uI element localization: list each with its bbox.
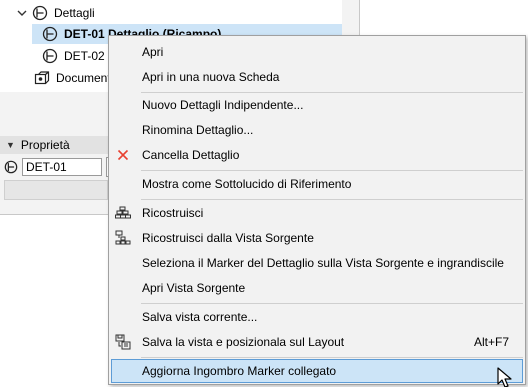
- context-menu: Apri Apri in una nuova Scheda Nuovo Dett…: [108, 35, 526, 387]
- menu-item-salva-vista-corrente[interactable]: Salva vista corrente...: [111, 305, 523, 329]
- menu-item-ricostruisci-vista-sorgente[interactable]: Ricostruisci dalla Vista Sorgente: [111, 226, 523, 250]
- tree-item-label: Dettagli: [54, 6, 95, 20]
- chevron-down-icon[interactable]: [16, 7, 28, 19]
- detail-viewpoint-icon: [4, 160, 18, 174]
- menu-item-shortcut: Alt+F7: [473, 335, 509, 349]
- tree-item-document[interactable]: Document: [34, 68, 114, 88]
- menu-separator: [141, 357, 523, 358]
- menu-item-apri-vista-sorgente[interactable]: Apri Vista Sorgente: [111, 276, 523, 300]
- detail-folder-icon: [32, 5, 48, 21]
- menu-item-aggiorna-ingombro-marker[interactable]: Aggiorna Ingombro Marker collegato: [111, 359, 523, 383]
- properties-section-header[interactable]: ▼ Proprietà: [0, 136, 108, 154]
- menu-item-apri-nuova-scheda[interactable]: Apri in una nuova Scheda: [111, 65, 523, 89]
- tree-item-dettagli[interactable]: Dettagli: [16, 3, 340, 23]
- menu-item-label: Aggiorna Ingombro Marker collegato: [142, 364, 337, 378]
- document-3d-icon: [34, 71, 50, 85]
- menu-separator: [141, 170, 523, 171]
- collapse-triangle-icon[interactable]: ▼: [6, 140, 15, 150]
- menu-item-cancella-dettaglio[interactable]: Cancella Dettaglio: [111, 143, 523, 167]
- menu-item-label: Ricostruisci: [142, 206, 204, 220]
- menu-item-label: Ricostruisci dalla Vista Sorgente: [142, 231, 314, 245]
- menu-item-mostra-sottolucido[interactable]: Mostra come Sottolucido di Riferimento: [111, 172, 523, 196]
- detail-viewpoint-icon: [42, 48, 58, 64]
- tree-item-label: Document: [56, 71, 111, 85]
- properties-id-row: DET-01: [0, 156, 108, 178]
- menu-item-label: Salva la vista e posizionala sul Layout: [142, 335, 345, 349]
- menu-item-label: Salva vista corrente...: [142, 310, 258, 324]
- delete-x-icon: [115, 147, 131, 163]
- properties-label: Proprietà: [20, 138, 70, 152]
- menu-item-rinomina-dettaglio[interactable]: Rinomina Dettaglio...: [111, 118, 523, 142]
- menu-separator: [141, 303, 523, 304]
- menu-item-label: Rinomina Dettaglio...: [142, 123, 254, 137]
- menu-item-label: Seleziona il Marker del Dettaglio sulla …: [142, 256, 504, 270]
- properties-settings-button[interactable]: [4, 180, 108, 200]
- properties-id-field[interactable]: DET-01: [22, 158, 102, 176]
- menu-item-label: Apri Vista Sorgente: [142, 281, 246, 295]
- menu-item-label: Cancella Dettaglio: [142, 148, 240, 162]
- menu-item-label: Nuovo Dettagli Indipendente...: [142, 98, 304, 112]
- rebuild-icon: [115, 205, 131, 221]
- menu-separator: [141, 199, 523, 200]
- save-place-layout-icon: [115, 334, 131, 350]
- detail-viewpoint-icon: [42, 26, 58, 42]
- menu-item-salva-posiziona-layout[interactable]: Salva la vista e posizionala sul Layout …: [111, 330, 523, 354]
- menu-item-ricostruisci[interactable]: Ricostruisci: [111, 201, 523, 225]
- mouse-pointer-icon: [497, 367, 512, 387]
- rebuild-from-source-icon: [115, 230, 131, 246]
- menu-item-nuovo-dettagli-indipendente[interactable]: Nuovo Dettagli Indipendente...: [111, 93, 523, 117]
- menu-item-label: Apri in una nuova Scheda: [142, 70, 280, 84]
- menu-item-label: Mostra come Sottolucido di Riferimento: [142, 177, 352, 191]
- menu-item-seleziona-marker[interactable]: Seleziona il Marker del Dettaglio sulla …: [111, 251, 523, 275]
- menu-item-label: Apri: [142, 45, 164, 59]
- menu-item-apri[interactable]: Apri: [111, 40, 523, 64]
